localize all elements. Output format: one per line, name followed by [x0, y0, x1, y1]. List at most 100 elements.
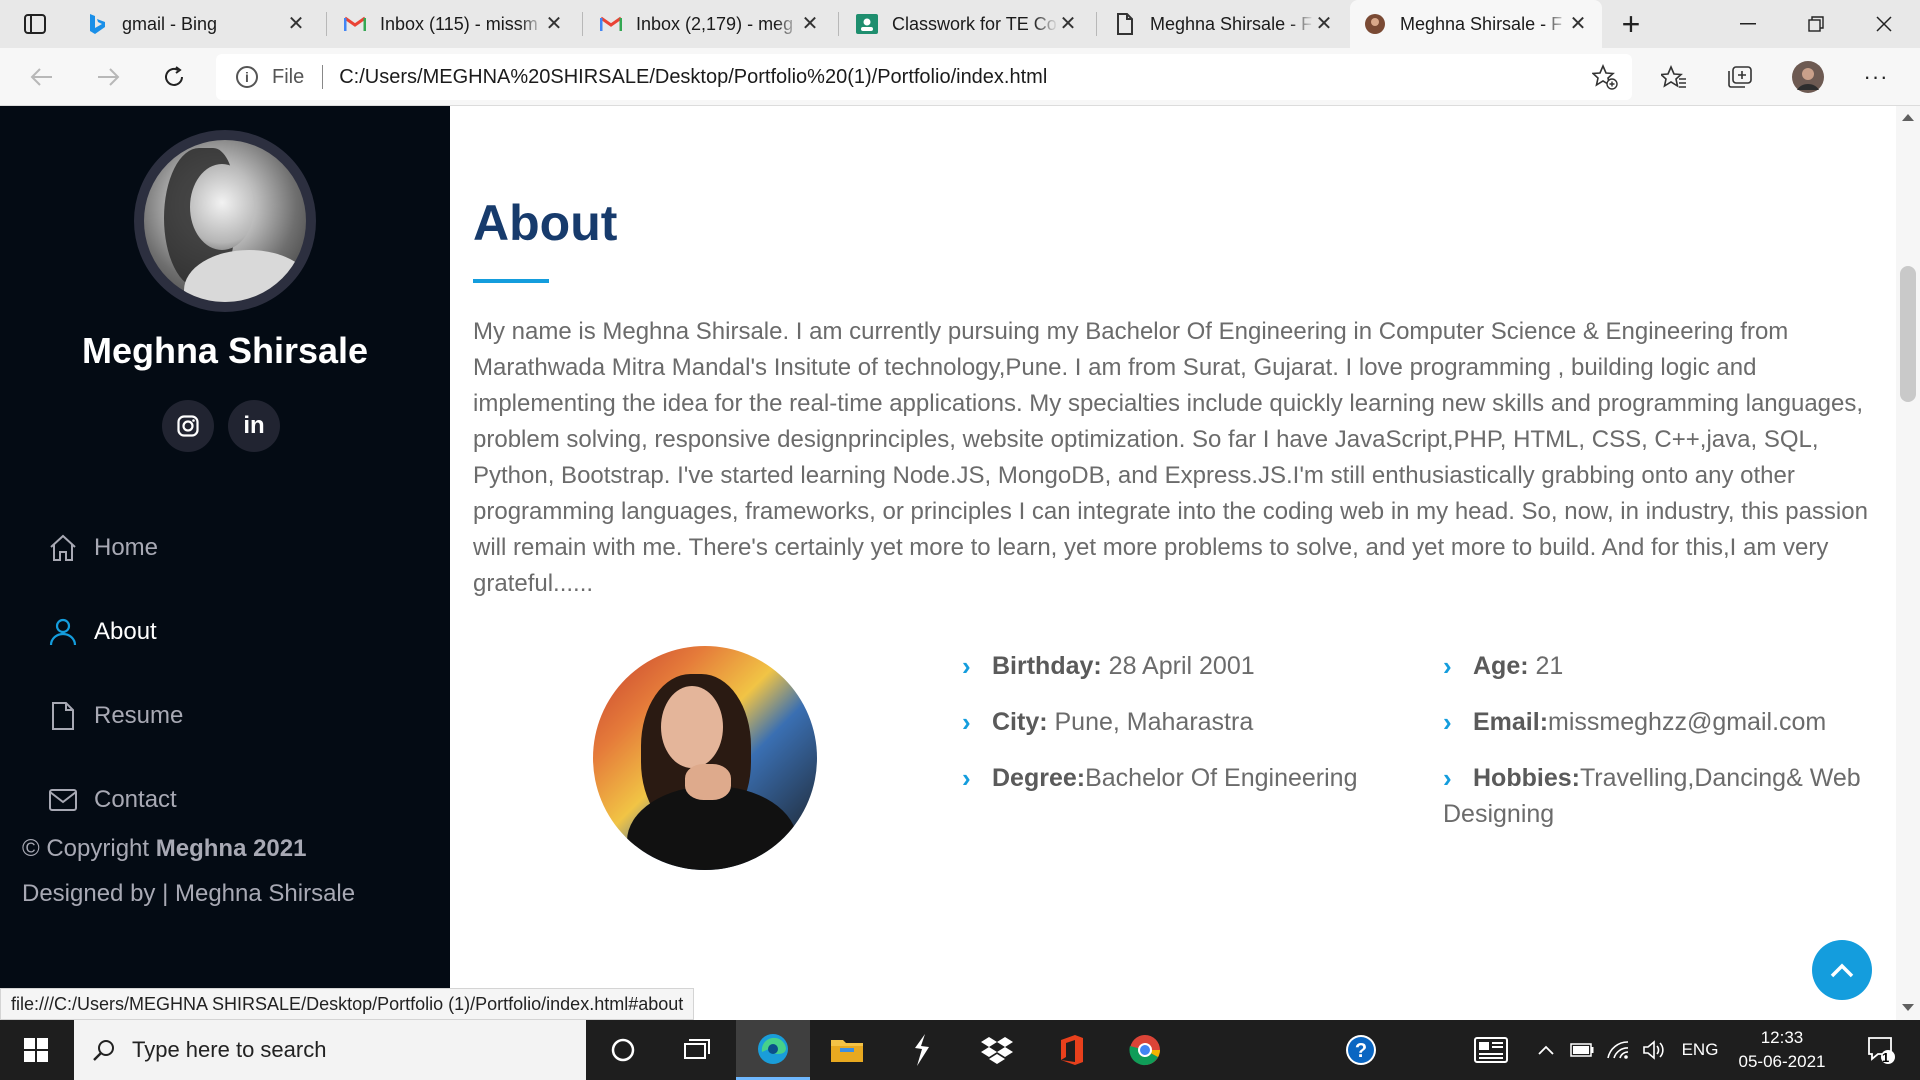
- tab-actions-icon[interactable]: [0, 0, 70, 48]
- linkedin-icon[interactable]: in: [228, 400, 280, 452]
- edge-taskbar-icon[interactable]: [736, 1020, 810, 1080]
- about-section: About My name is Meghna Shirsale. I am c…: [450, 106, 1896, 1020]
- scrollbar-thumb[interactable]: [1900, 266, 1916, 402]
- tab-title: gmail - Bing: [122, 13, 218, 34]
- windows-start-icon[interactable]: [0, 1020, 72, 1080]
- designed-by: Designed by | Meghna Shirsale: [22, 880, 356, 907]
- search-placeholder: Type here to search: [132, 1037, 327, 1062]
- tray-chevron-up-icon[interactable]: [1528, 1020, 1564, 1080]
- classroom-icon: [856, 13, 878, 35]
- notification-center-icon[interactable]: 1: [1846, 1020, 1916, 1080]
- section-title: About: [473, 195, 618, 251]
- tab-classroom[interactable]: Classwork for TE Co ✕: [842, 0, 1092, 48]
- chrome-icon[interactable]: [1108, 1020, 1182, 1080]
- chevron-right-icon: ›: [962, 707, 971, 737]
- tab-portfolio-1[interactable]: Meghna Shirsale - F ✕: [1100, 0, 1348, 48]
- file-explorer-icon[interactable]: [810, 1020, 884, 1080]
- address-bar[interactable]: i File C:/Users/MEGHNA%20SHIRSALE/Deskto…: [216, 54, 1632, 100]
- back-to-top-button[interactable]: [1812, 940, 1872, 1000]
- taskbar-search-box[interactable]: Type here to search: [74, 1020, 586, 1080]
- close-tab-icon[interactable]: ✕: [1568, 14, 1588, 34]
- social-links: in: [162, 400, 280, 452]
- nav-item-home[interactable]: Home: [46, 506, 426, 590]
- side-nav: Home About Resume Contact: [46, 506, 426, 842]
- dropbox-icon[interactable]: [960, 1020, 1034, 1080]
- collections-icon[interactable]: [1722, 59, 1758, 95]
- nav-item-resume[interactable]: Resume: [46, 674, 426, 758]
- chevron-right-icon: ›: [962, 763, 971, 793]
- detail-email: › Email:missmeghzz@gmail.com: [1443, 704, 1883, 740]
- detail-city: › City: Pune, Maharastra: [962, 704, 1402, 740]
- reload-icon[interactable]: [154, 57, 194, 97]
- task-view-icon[interactable]: [660, 1020, 734, 1080]
- close-tab-icon[interactable]: ✕: [1314, 14, 1334, 34]
- tab-divider: [326, 12, 327, 36]
- tab-title: Inbox (115) - missm: [380, 13, 538, 34]
- add-favorite-icon[interactable]: [1591, 63, 1618, 96]
- chevron-right-icon: ›: [1443, 707, 1452, 737]
- browser-tab-bar: gmail - Bing ✕ Inbox (115) - missm ✕ Inb…: [0, 0, 1920, 48]
- detail-degree: › Degree:Bachelor Of Engineering: [962, 760, 1402, 796]
- office-icon[interactable]: [1034, 1020, 1108, 1080]
- close-tab-icon[interactable]: ✕: [1058, 14, 1078, 34]
- details-right: › Age: 21 › Email:missmeghzz@gmail.com › Ho…: [1443, 648, 1883, 852]
- instagram-icon[interactable]: [162, 400, 214, 452]
- file-icon: [46, 699, 80, 733]
- scroll-up-arrow[interactable]: [1902, 114, 1914, 121]
- clock-date: 05-06-2021: [1738, 1052, 1826, 1071]
- profile-avatar[interactable]: [1790, 59, 1826, 95]
- close-window-icon[interactable]: [1850, 0, 1918, 48]
- close-tab-icon[interactable]: ✕: [286, 14, 306, 34]
- close-tab-icon[interactable]: ✕: [544, 14, 564, 34]
- wifi-icon[interactable]: [1600, 1020, 1636, 1080]
- settings-more-icon[interactable]: ···: [1858, 59, 1894, 95]
- person-icon: [46, 615, 80, 649]
- nav-label: Resume: [94, 702, 184, 729]
- page-scrollbar[interactable]: [1896, 106, 1920, 1020]
- cortana-icon[interactable]: [586, 1020, 660, 1080]
- volume-icon[interactable]: [1636, 1020, 1672, 1080]
- bing-icon: [86, 13, 108, 35]
- detail-hobbies: › Hobbies:Travelling,Dancing& Web Designi…: [1443, 760, 1883, 832]
- forward-icon[interactable]: [88, 57, 128, 97]
- scroll-down-arrow[interactable]: [1902, 1004, 1914, 1011]
- back-icon[interactable]: [22, 57, 62, 97]
- tab-portfolio-active[interactable]: Meghna Shirsale - F ✕: [1350, 0, 1602, 48]
- close-tab-icon[interactable]: ✕: [800, 14, 820, 34]
- gmail-icon: [344, 13, 366, 35]
- info-icon[interactable]: i: [236, 66, 258, 88]
- page-icon: [1114, 13, 1136, 35]
- tab-bing[interactable]: gmail - Bing ✕: [72, 0, 320, 48]
- restore-icon[interactable]: [1782, 0, 1850, 48]
- new-tab-icon[interactable]: +: [1596, 0, 1666, 48]
- language-indicator[interactable]: ENG: [1678, 1020, 1722, 1080]
- notification-count-badge: 1: [1882, 1050, 1890, 1065]
- page-viewport: Meghna Shirsale in Home About Resume Con…: [0, 106, 1920, 1020]
- taskbar-clock[interactable]: 12:33 05-06-2021: [1730, 1026, 1834, 1074]
- address-divider: [322, 65, 324, 89]
- detail-birthday: › Birthday: 28 April 2001: [962, 648, 1402, 684]
- battery-icon[interactable]: [1564, 1020, 1600, 1080]
- chevron-right-icon: ›: [1443, 651, 1452, 681]
- svg-text:?: ?: [1355, 1040, 1367, 1062]
- minimize-icon[interactable]: [1714, 0, 1782, 48]
- url-text[interactable]: C:/Users/MEGHNA%20SHIRSALE/Desktop/Portf…: [339, 66, 1047, 89]
- tab-divider: [582, 12, 583, 36]
- help-icon[interactable]: ?: [1324, 1020, 1398, 1080]
- tab-title: Classwork for TE Co: [892, 13, 1057, 34]
- tab-gmail-1[interactable]: Inbox (115) - missm ✕: [330, 0, 578, 48]
- tab-divider: [1096, 12, 1097, 36]
- nav-label: Home: [94, 534, 159, 561]
- news-widget-icon[interactable]: [1456, 1020, 1526, 1080]
- avatar-icon: [1364, 13, 1386, 35]
- sublime-icon[interactable]: [884, 1020, 958, 1080]
- tab-title: Meghna Shirsale - F: [1150, 13, 1313, 34]
- favorites-icon[interactable]: [1656, 59, 1692, 95]
- tab-title: Inbox (2,179) - meg: [636, 13, 794, 34]
- nav-item-about[interactable]: About: [46, 590, 426, 674]
- tab-title: Meghna Shirsale - F: [1400, 13, 1563, 34]
- clock-time: 12:33: [1760, 1028, 1804, 1047]
- detail-age: › Age: 21: [1443, 648, 1883, 684]
- profile-name[interactable]: Meghna Shirsale: [0, 330, 450, 372]
- tab-gmail-2[interactable]: Inbox (2,179) - meg ✕: [586, 0, 834, 48]
